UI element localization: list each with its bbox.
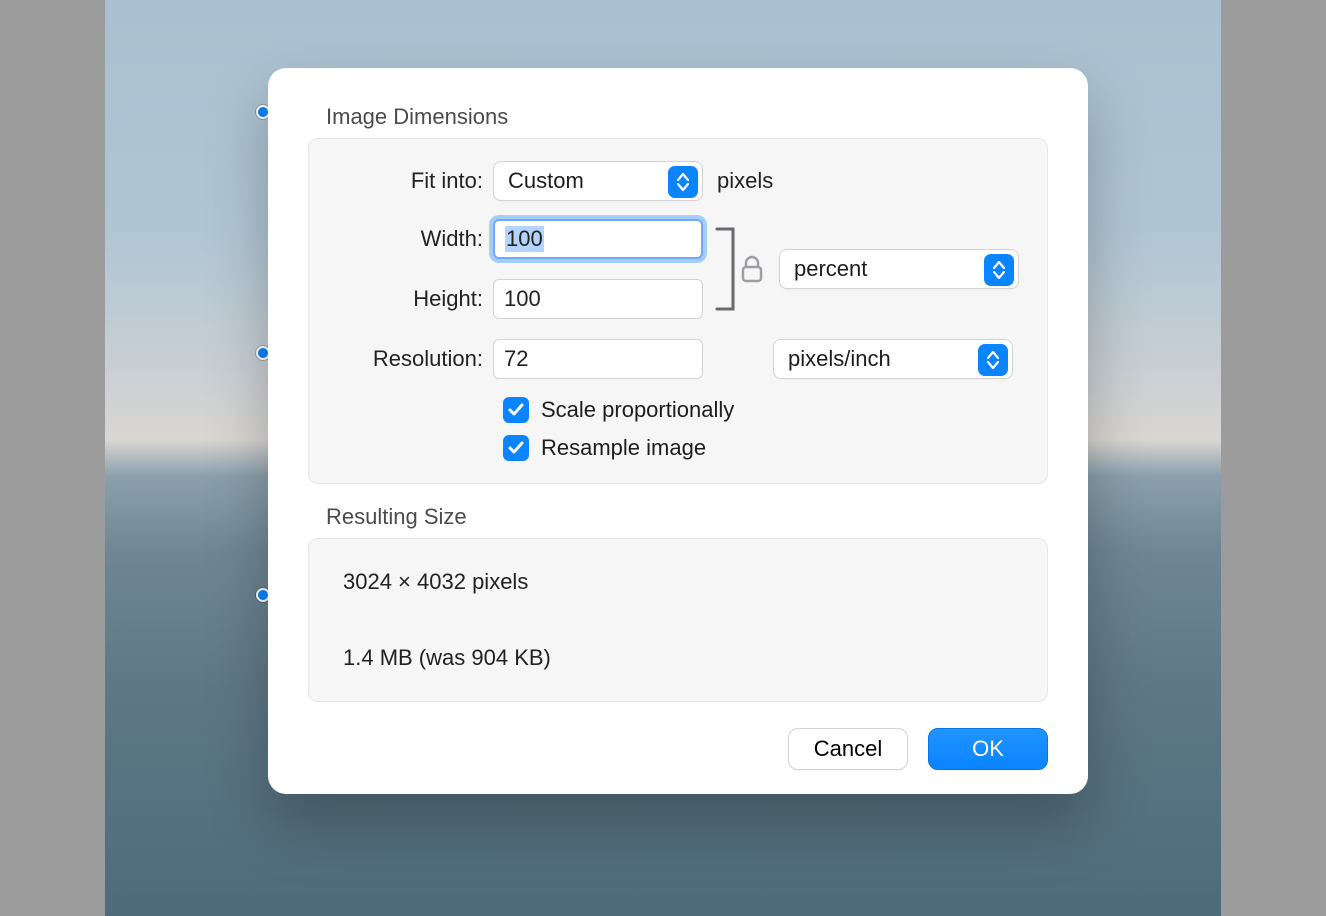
resolution-unit-select[interactable]: pixels/inch [773,339,1013,379]
resulting-size-heading: Resulting Size [326,504,1048,530]
result-filesize: 1.4 MB (was 904 KB) [343,645,1015,671]
height-input[interactable] [493,279,703,319]
width-input[interactable]: 100 [493,219,703,259]
up-down-icon [984,254,1014,286]
image-dimensions-heading: Image Dimensions [326,104,1048,130]
image-dimensions-panel: Fit into: Custom pixels Width: 100 Heigh… [308,138,1048,484]
resample-image-label: Resample image [541,435,706,461]
cancel-button[interactable]: Cancel [788,728,908,770]
up-down-icon [978,344,1008,376]
ok-button[interactable]: OK [928,728,1048,770]
scale-proportionally-checkbox[interactable] [503,397,529,423]
result-dimensions: 3024 × 4032 pixels [343,569,1015,595]
resolution-unit-value: pixels/inch [788,346,891,372]
resolution-label: Resolution: [333,346,493,372]
fit-into-value: Custom [508,168,584,194]
resolution-input[interactable] [493,339,703,379]
up-down-icon [668,166,698,198]
scale-proportionally-label: Scale proportionally [541,397,734,423]
app-chrome-left [0,0,105,916]
fit-into-label: Fit into: [333,168,493,194]
adjust-size-dialog: Image Dimensions Fit into: Custom pixels… [268,68,1088,794]
wh-unit-value: percent [794,256,867,282]
resample-image-checkbox[interactable] [503,435,529,461]
app-chrome-right [1221,0,1326,916]
fit-into-unit: pixels [717,168,773,194]
resulting-size-panel: 3024 × 4032 pixels 1.4 MB (was 904 KB) [308,538,1048,702]
wh-unit-select[interactable]: percent [779,249,1019,289]
width-label: Width: [333,226,493,252]
height-label: Height: [333,286,493,312]
fit-into-select[interactable]: Custom [493,161,703,201]
aspect-lock-bracket [713,221,769,317]
